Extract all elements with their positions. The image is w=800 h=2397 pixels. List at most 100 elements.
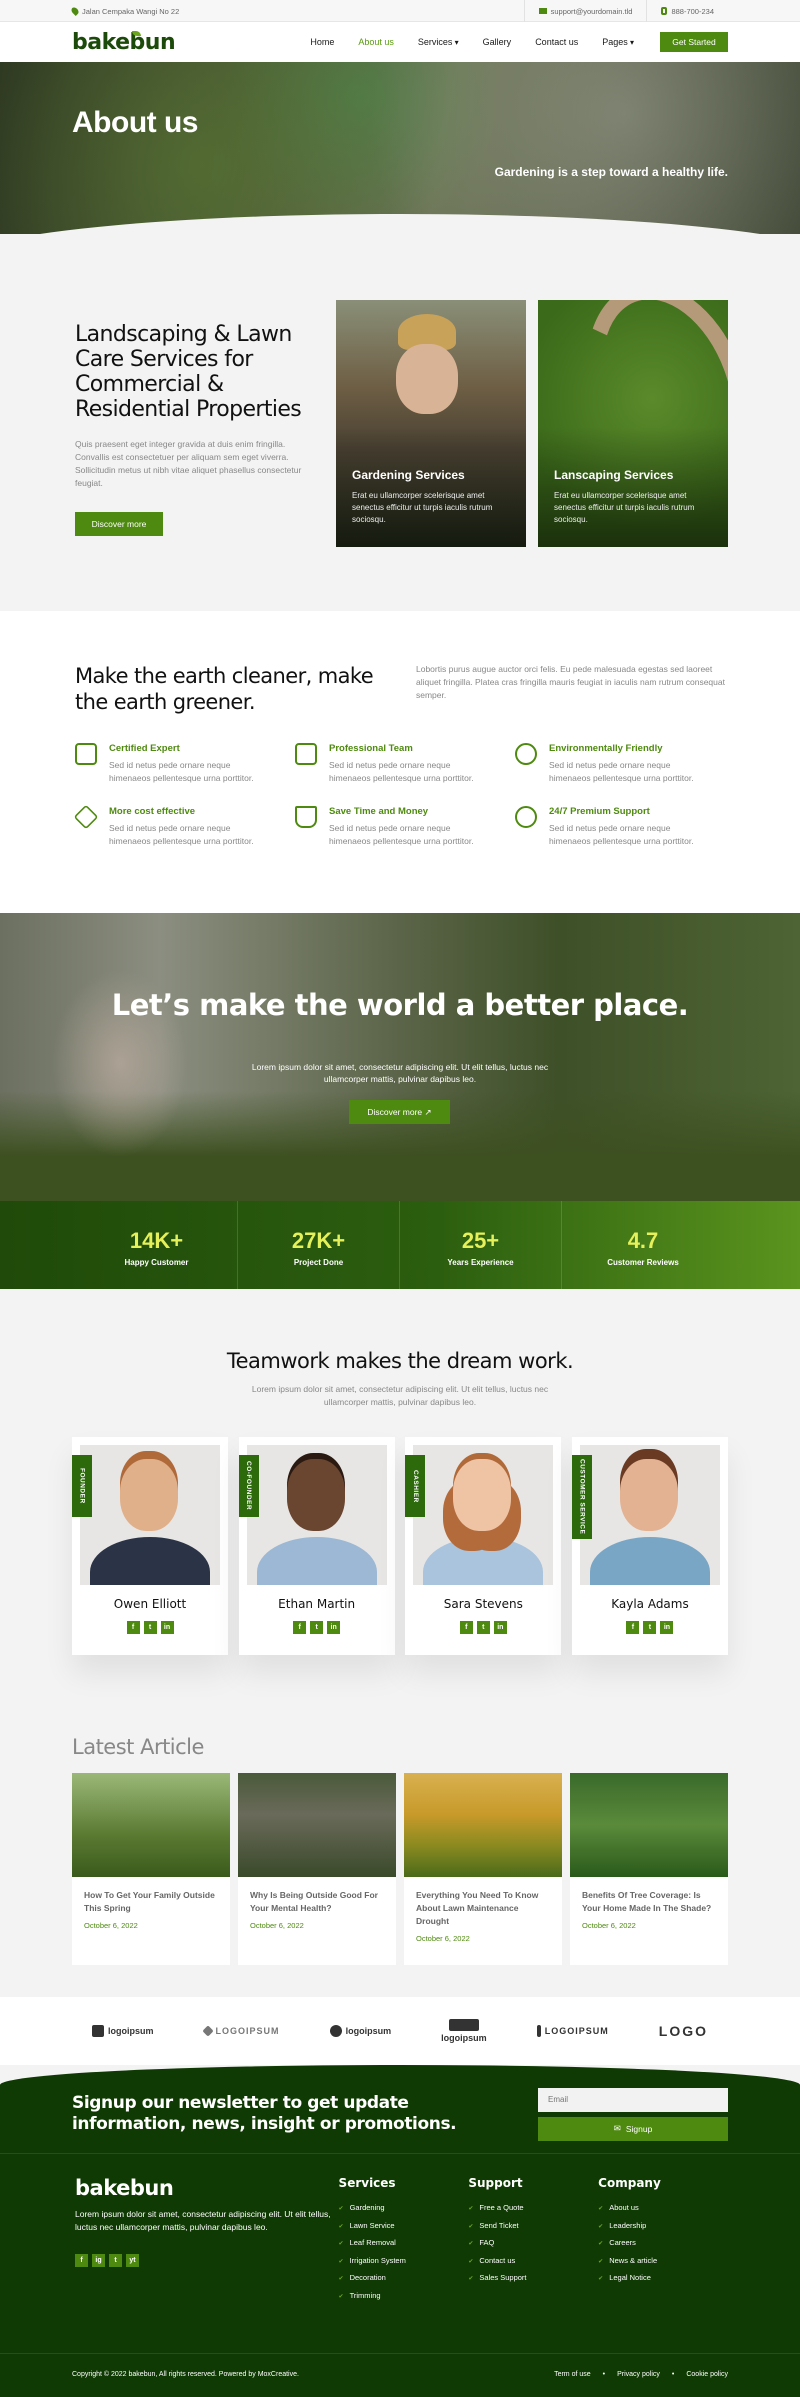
landscaping-services-card[interactable]: Lanscaping Services Erat eu ullamcorper … <box>538 300 728 547</box>
role-badge: CUSTOMER SERVICE <box>571 1455 592 1539</box>
gardening-services-card[interactable]: Gardening Services Erat eu ullamcorper s… <box>336 300 526 547</box>
cta-discover-button[interactable]: Discover more ↗ <box>349 1100 450 1124</box>
signup-button[interactable]: ✉ Signup <box>538 2116 728 2141</box>
footer-link[interactable]: Irrigation System <box>339 2253 469 2271</box>
page-title: About us <box>72 106 198 139</box>
team-section: Teamwork makes the dream work. Lorem ips… <box>0 1289 800 1695</box>
client-logo: logoipsum <box>329 2025 391 2037</box>
article-card[interactable]: Why Is Being Outside Good For Your Menta… <box>238 1773 396 1965</box>
footer-link[interactable]: Leadership <box>598 2218 728 2236</box>
twitter-icon[interactable]: t <box>143 1621 157 1634</box>
footer-link[interactable]: Gardening <box>339 2200 469 2218</box>
article-card[interactable]: How To Get Your Family Outside This Spri… <box>72 1773 230 1965</box>
cta-desc: Lorem ipsum dolor sit amet, consectetur … <box>251 1062 549 1084</box>
cookie-link[interactable]: Cookie policy <box>672 2371 728 2378</box>
facebook-icon[interactable]: f <box>126 1621 140 1634</box>
article-title[interactable]: Everything You Need To Know About Lawn M… <box>404 1877 562 1928</box>
facebook-icon[interactable]: f <box>626 1621 640 1634</box>
features-desc: Lobortis purus augue auctor orci felis. … <box>416 664 725 700</box>
certificate-icon <box>75 743 97 765</box>
nav-gallery[interactable]: Gallery <box>483 37 512 47</box>
services-section: Landscaping & Lawn Care Services for Com… <box>0 234 800 611</box>
article-title[interactable]: How To Get Your Family Outside This Spri… <box>72 1877 230 1915</box>
privacy-link[interactable]: Privacy policy <box>603 2371 660 2378</box>
nav-about[interactable]: About us <box>358 37 394 47</box>
article-title[interactable]: Why Is Being Outside Good For Your Menta… <box>238 1877 396 1915</box>
site-logo[interactable]: bakebun <box>72 30 176 55</box>
stat-project-done: 27K+ Project Done <box>238 1201 400 1289</box>
article-date: October 6, 2022 <box>416 1934 470 1943</box>
footer-desc: Lorem ipsum dolor sit amet, consectetur … <box>75 2209 331 2232</box>
linkedin-icon[interactable]: in <box>327 1621 341 1634</box>
avatar <box>246 1445 387 1585</box>
newsletter-title: Signup our newsletter to get update info… <box>72 2093 457 2134</box>
email-contact[interactable]: support@yourdomain.tld <box>523 0 647 22</box>
footer-link[interactable]: Send Ticket <box>468 2218 598 2236</box>
feature-environment: Environmentally Friendly Sed id netus ped… <box>515 743 735 784</box>
footer-col-company: Company About us Leadership Careers News… <box>598 2176 728 2305</box>
card-desc: Erat eu ullamcorper scelerisque amet sen… <box>352 491 493 524</box>
team-icon <box>295 743 317 765</box>
team-member-card[interactable]: CASHIER Sara Stevens f t in <box>405 1437 562 1655</box>
footer-link[interactable]: Contact us <box>468 2253 598 2271</box>
linkedin-icon[interactable]: in <box>493 1621 507 1634</box>
main-navbar: bakebun Home About us Services Gallery C… <box>0 22 800 62</box>
main-menu: Home About us Services Gallery Contact u… <box>310 37 634 47</box>
team-member-card[interactable]: CO-FOUNDER Ethan Martin f t in <box>238 1437 395 1655</box>
twitter-icon[interactable]: t <box>643 1621 657 1634</box>
article-card[interactable]: Everything You Need To Know About Lawn M… <box>404 1773 562 1965</box>
footer-col-support: Support Free a Quote Send Ticket FAQ Con… <box>468 2176 598 2305</box>
phone-icon <box>661 7 668 15</box>
footer-link[interactable]: Lawn Service <box>339 2218 469 2236</box>
get-started-button[interactable]: Get Started <box>660 32 728 52</box>
phone-contact[interactable]: 888-700-234 <box>646 0 728 22</box>
footer-link[interactable]: Leaf Removal <box>339 2235 469 2253</box>
footer-link[interactable]: Trimming <box>339 2288 469 2306</box>
footer-link[interactable]: Legal Notice <box>598 2270 728 2288</box>
footer-link[interactable]: Careers <box>598 2235 728 2253</box>
feature-support: 24/7 Premium Support Sed id netus pede or… <box>515 806 735 847</box>
team-member-card[interactable]: FOUNDER Owen Elliott f t in <box>72 1437 228 1655</box>
footer-link[interactable]: Decoration <box>339 2270 469 2288</box>
avatar <box>413 1445 554 1585</box>
hero-curve <box>0 214 800 234</box>
terms-link[interactable]: Term of use <box>554 2371 591 2378</box>
instagram-icon[interactable]: ig <box>92 2254 105 2267</box>
article-title[interactable]: Benefits Of Tree Coverage: Is Your Home … <box>570 1877 728 1915</box>
discover-more-button[interactable]: Discover more <box>75 512 163 536</box>
email-input[interactable] <box>538 2087 728 2112</box>
stat-happy-customer: 14K+ Happy Customer <box>76 1201 238 1289</box>
footer-link[interactable]: Free a Quote <box>468 2200 598 2218</box>
article-thumbnail <box>404 1773 562 1877</box>
nav-home[interactable]: Home <box>310 37 334 47</box>
twitter-icon[interactable]: t <box>476 1621 490 1634</box>
team-member-card[interactable]: CUSTOMER SERVICE Kayla Adams f t in <box>571 1437 728 1655</box>
footer-logo[interactable]: bakebun <box>75 2176 339 2200</box>
linkedin-icon[interactable]: in <box>160 1621 174 1634</box>
role-badge: FOUNDER <box>72 1455 92 1517</box>
youtube-icon[interactable]: yt <box>126 2254 139 2267</box>
nav-pages[interactable]: Pages <box>602 37 634 47</box>
envelope-icon <box>538 8 547 14</box>
article-date: October 6, 2022 <box>582 1921 636 1930</box>
footer-link[interactable]: FAQ <box>468 2235 598 2253</box>
article-thumbnail <box>570 1773 728 1877</box>
avatar <box>579 1445 720 1585</box>
facebook-icon[interactable]: f <box>75 2254 88 2267</box>
copyright-text: Copyright © 2022 bakebun, All rights res… <box>72 2370 299 2378</box>
facebook-icon[interactable]: f <box>293 1621 307 1634</box>
article-card[interactable]: Benefits Of Tree Coverage: Is Your Home … <box>570 1773 728 1965</box>
top-bar: Jalan Cempaka Wangi No 22 support@yourdo… <box>0 0 800 22</box>
twitter-icon[interactable]: t <box>109 2254 122 2267</box>
footer-link[interactable]: Sales Support <box>468 2270 598 2288</box>
diamond-icon <box>73 804 99 830</box>
linkedin-icon[interactable]: in <box>660 1621 674 1634</box>
nav-services[interactable]: Services <box>418 37 459 47</box>
twitter-icon[interactable]: t <box>310 1621 324 1634</box>
nav-contact[interactable]: Contact us <box>535 37 578 47</box>
footer-link[interactable]: News & article <box>598 2253 728 2271</box>
footer-link[interactable]: About us <box>598 2200 728 2218</box>
card-title: Lanscaping Services <box>554 468 674 482</box>
services-desc: Quis praesent eget integer gravida at du… <box>75 439 302 488</box>
facebook-icon[interactable]: f <box>459 1621 473 1634</box>
